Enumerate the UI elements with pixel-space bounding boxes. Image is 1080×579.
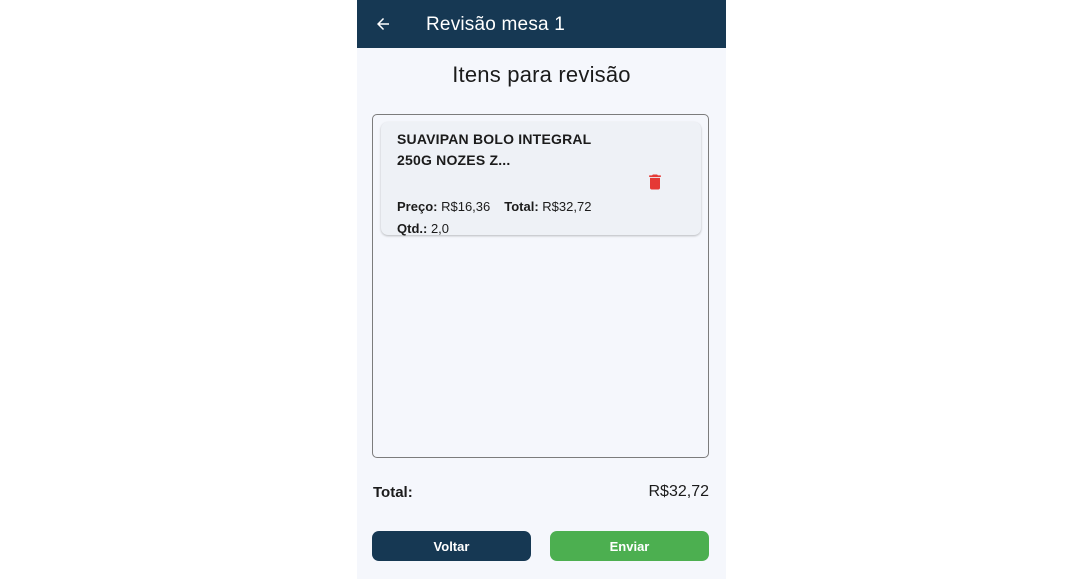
order-total-label: Total:: [373, 484, 413, 501]
arrow-left-icon: [377, 18, 389, 30]
app-bar-title: Revisão mesa 1: [426, 14, 566, 35]
qty-value: 2,0: [430, 221, 450, 236]
item-name: SUAVIPAN BOLO INTEGRAL 250G NOZES Z...: [397, 131, 592, 168]
back-button[interactable]: [371, 12, 395, 36]
item-qty-row: Qtd.: 2,0: [397, 221, 449, 236]
qty-label: Qtd.:: [397, 221, 428, 236]
item-total-value: R$32,72: [542, 199, 592, 214]
review-items-list[interactable]: SUAVIPAN BOLO INTEGRAL 250G NOZES Z... P…: [372, 114, 709, 458]
app-screen: Revisão mesa 1 Itens para revisão SUAVIP…: [357, 0, 726, 579]
price-label: Preço:: [397, 199, 438, 214]
order-total-value: R$32,72: [648, 483, 710, 500]
price-value: R$16,36: [441, 199, 491, 214]
page-title: Itens para revisão: [452, 62, 631, 87]
enviar-button[interactable]: Enviar: [550, 531, 709, 561]
app-bar: Revisão mesa 1: [357, 0, 726, 48]
voltar-button[interactable]: Voltar: [372, 531, 531, 561]
item-total-label: Total:: [504, 199, 539, 214]
trash-icon: [649, 174, 661, 190]
item-price-row: Preço: R$16,36 Total: R$32,72: [397, 199, 591, 214]
delete-item-button[interactable]: [643, 170, 667, 194]
list-item[interactable]: SUAVIPAN BOLO INTEGRAL 250G NOZES Z... P…: [381, 122, 701, 236]
